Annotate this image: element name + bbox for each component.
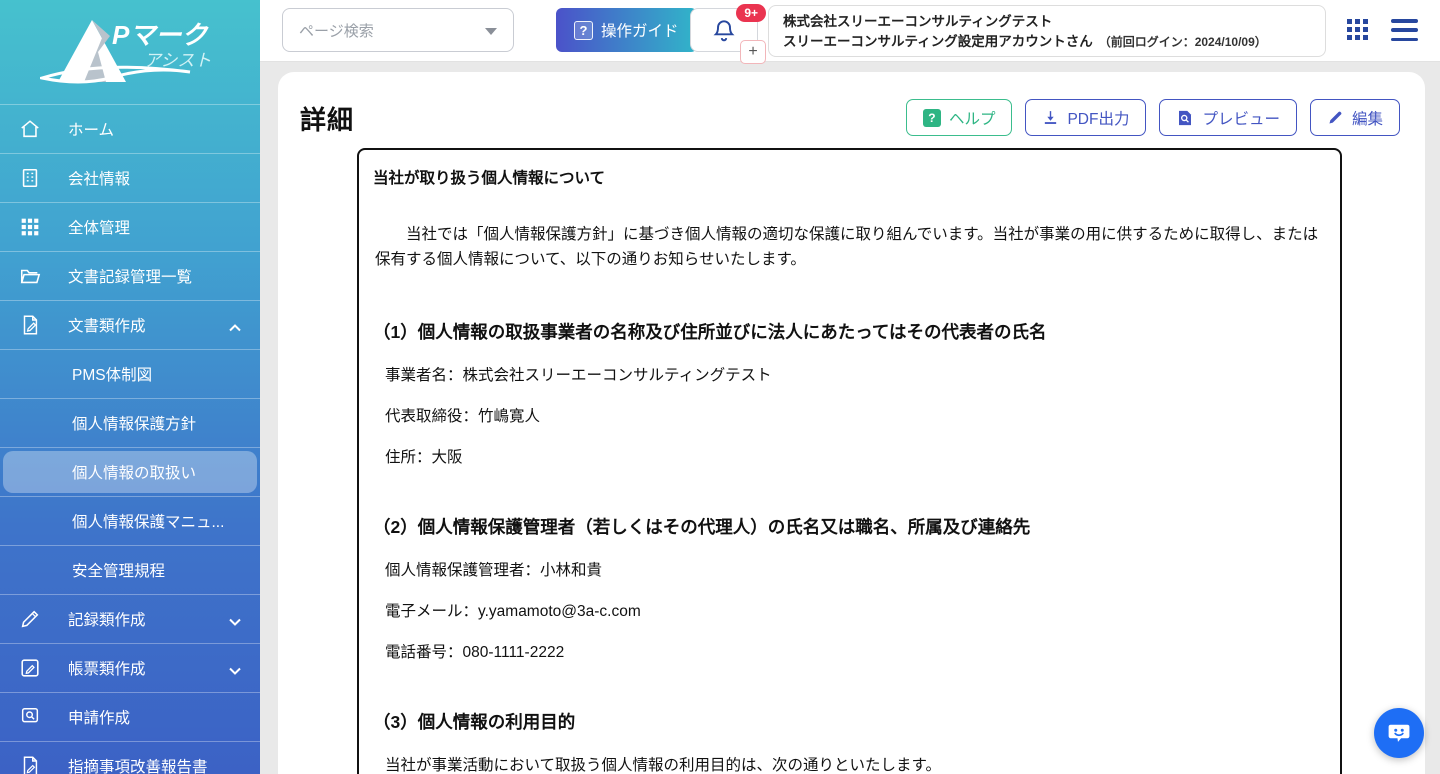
hamburger-menu-icon[interactable] [1391, 19, 1418, 41]
app-grid-menu-icon[interactable] [1346, 18, 1370, 42]
sidebar-item-form-creation[interactable]: 帳票類作成 [0, 643, 260, 692]
sidebar-item-label: 個人情報保護方針 [72, 412, 196, 434]
sidebar-item-label: 個人情報の取扱い [72, 461, 196, 483]
sidebar-item-label: 文書記録管理一覧 [68, 265, 192, 287]
account-company: 株式会社スリーエーコンサルティングテスト [783, 13, 1311, 32]
document-edit-icon [18, 313, 42, 337]
section-line: 事業者名：株式会社スリーエーコンサルティングテスト [385, 363, 1326, 385]
account-user: スリーエーコンサルティング設定用アカウントさん [783, 32, 1093, 52]
section-heading: （2）個人情報保護管理者（若しくはその代理人）の氏名又は職名、所属及び連絡先 [373, 514, 1326, 539]
page-background: 詳細 ? ヘルプ PDF出力 プレビュー [260, 62, 1440, 774]
document-intro: 当社では「個人情報保護方針」に基づき個人情報の適切な保護に取り組んでいます。当社… [375, 222, 1324, 272]
notification-plus-box[interactable]: + [740, 40, 766, 64]
sidebar-item-label: 文書類作成 [68, 314, 146, 336]
sidebar-item-record-creation[interactable]: 記録類作成 [0, 594, 260, 643]
folder-icon [18, 264, 42, 288]
edit-button[interactable]: 編集 [1310, 99, 1400, 136]
sidebar-item-label: ホーム [68, 118, 114, 140]
topbar: ページ検索 ? 操作ガイド 9+ + 株式会社スリーエーコンサルティングテスト … [260, 0, 1440, 62]
toolbar: ? ヘルプ PDF出力 プレビュー [906, 99, 1400, 136]
sidebar-item-company-info[interactable]: 会社情報 [0, 153, 260, 202]
section-heading: （1）個人情報の取扱事業者の名称及び住所並びに法人にあたってはその代表者の氏名 [373, 319, 1326, 344]
sidebar-item-personal-info-handling[interactable]: 個人情報の取扱い [0, 447, 260, 496]
preview-button[interactable]: プレビュー [1159, 99, 1297, 136]
sidebar-item-label: 全体管理 [68, 216, 130, 238]
pdf-export-label: PDF出力 [1067, 107, 1129, 129]
sidebar-item-label: 指摘事項改善報告書 [68, 755, 208, 774]
download-icon [1042, 109, 1059, 126]
grid-icon [18, 215, 42, 239]
preview-label: プレビュー [1202, 107, 1280, 129]
sidebar-item-label: 帳票類作成 [68, 657, 146, 679]
chevron-down-icon [228, 614, 242, 632]
page-search-placeholder: ページ検索 [299, 20, 374, 41]
page-search-select[interactable]: ページ検索 [282, 8, 514, 52]
question-icon: ? [574, 21, 593, 40]
help-label: ヘルプ [949, 107, 996, 129]
bell-icon [711, 17, 737, 43]
document-title: 当社が取り扱う個人情報について [373, 166, 1326, 188]
section-line: 住所：大阪 [385, 445, 1326, 467]
edit-label: 編集 [1352, 107, 1383, 129]
pencil-icon [18, 607, 42, 631]
home-icon [18, 117, 42, 141]
chevron-down-icon [228, 663, 242, 681]
sidebar-item-label: 個人情報保護マニュ... [72, 510, 224, 532]
preview-icon [1176, 109, 1194, 127]
document-section-2: （2）個人情報保護管理者（若しくはその代理人）の氏名又は職名、所属及び連絡先 個… [373, 514, 1326, 662]
chevron-up-icon [228, 320, 242, 338]
chat-smiley-icon [1386, 720, 1412, 746]
sidebar-item-home[interactable]: ホーム [0, 104, 260, 153]
document-search-icon [18, 705, 42, 729]
notification-button[interactable]: 9+ + [690, 8, 758, 52]
square-pencil-icon [18, 656, 42, 680]
sidebar-item-pms-diagram[interactable]: PMS体制図 [0, 349, 260, 398]
sidebar-item-label: 安全管理規程 [72, 559, 165, 581]
sidebar-item-privacy-manual[interactable]: 個人情報保護マニュ... [0, 496, 260, 545]
chat-support-button[interactable] [1374, 708, 1424, 758]
sidebar-item-document-record-list[interactable]: 文書記録管理一覧 [0, 251, 260, 300]
operation-guide-button[interactable]: ? 操作ガイド [556, 8, 697, 52]
sidebar-item-document-creation[interactable]: 文書類作成 [0, 300, 260, 349]
page-title: 詳細 [300, 100, 354, 137]
sidebar-item-overall-management[interactable]: 全体管理 [0, 202, 260, 251]
document-content: 当社が取り扱う個人情報について 当社では「個人情報保護方針」に基づき個人情報の適… [357, 148, 1342, 774]
document-section-3: （3）個人情報の利用目的 当社が事業活動において取扱う個人情報の利用目的は、次の… [373, 709, 1326, 774]
notification-badge: 9+ [736, 4, 766, 22]
chevron-down-icon [485, 28, 497, 35]
question-icon: ? [923, 109, 941, 127]
sidebar-item-improvement-report[interactable]: 指摘事項改善報告書 [0, 741, 260, 774]
section-heading: （3）個人情報の利用目的 [373, 709, 1326, 734]
logo-mountain-icon: Pマーク アシスト [40, 6, 240, 102]
sidebar-item-safety-management-rules[interactable]: 安全管理規程 [0, 545, 260, 594]
sidebar-item-label: 申請作成 [68, 706, 130, 728]
section-line: 電子メール：y.yamamoto@3a-c.com [385, 599, 1326, 621]
building-icon [18, 166, 42, 190]
app-logo[interactable]: Pマーク アシスト [0, 0, 260, 104]
pdf-export-button[interactable]: PDF出力 [1025, 99, 1146, 136]
section-line: 当社が事業活動において取扱う個人情報の利用目的は、次の通りといたします。 [385, 753, 1326, 774]
section-line: 個人情報保護管理者：小林和貴 [385, 558, 1326, 580]
svg-text:アシスト: アシスト [144, 51, 211, 70]
pencil-icon [1327, 109, 1344, 126]
sidebar-item-privacy-policy[interactable]: 個人情報保護方針 [0, 398, 260, 447]
sidebar: Pマーク アシスト ホーム 会社情報 全体管理 文書記録管理一覧 文書類作成 [0, 0, 260, 774]
svg-text:Pマーク: Pマーク [112, 20, 209, 50]
document-write-icon [18, 754, 42, 774]
operation-guide-label: 操作ガイド [601, 19, 679, 41]
account-info[interactable]: 株式会社スリーエーコンサルティングテスト スリーエーコンサルティング設定用アカウ… [768, 5, 1326, 57]
sidebar-item-label: 記録類作成 [68, 608, 146, 630]
account-last-login: （前回ログイン：2024/10/09） [1099, 33, 1267, 51]
help-button[interactable]: ? ヘルプ [906, 99, 1013, 136]
section-line: 代表取締役：竹嶋寛人 [385, 404, 1326, 426]
document-section-1: （1）個人情報の取扱事業者の名称及び住所並びに法人にあたってはその代表者の氏名 … [373, 319, 1326, 467]
section-line: 電話番号：080-1111-2222 [385, 640, 1326, 662]
sidebar-item-label: 会社情報 [68, 167, 130, 189]
sidebar-item-label: PMS体制図 [72, 363, 152, 385]
content-panel: 詳細 ? ヘルプ PDF出力 プレビュー [278, 72, 1425, 774]
sidebar-item-application-creation[interactable]: 申請作成 [0, 692, 260, 741]
